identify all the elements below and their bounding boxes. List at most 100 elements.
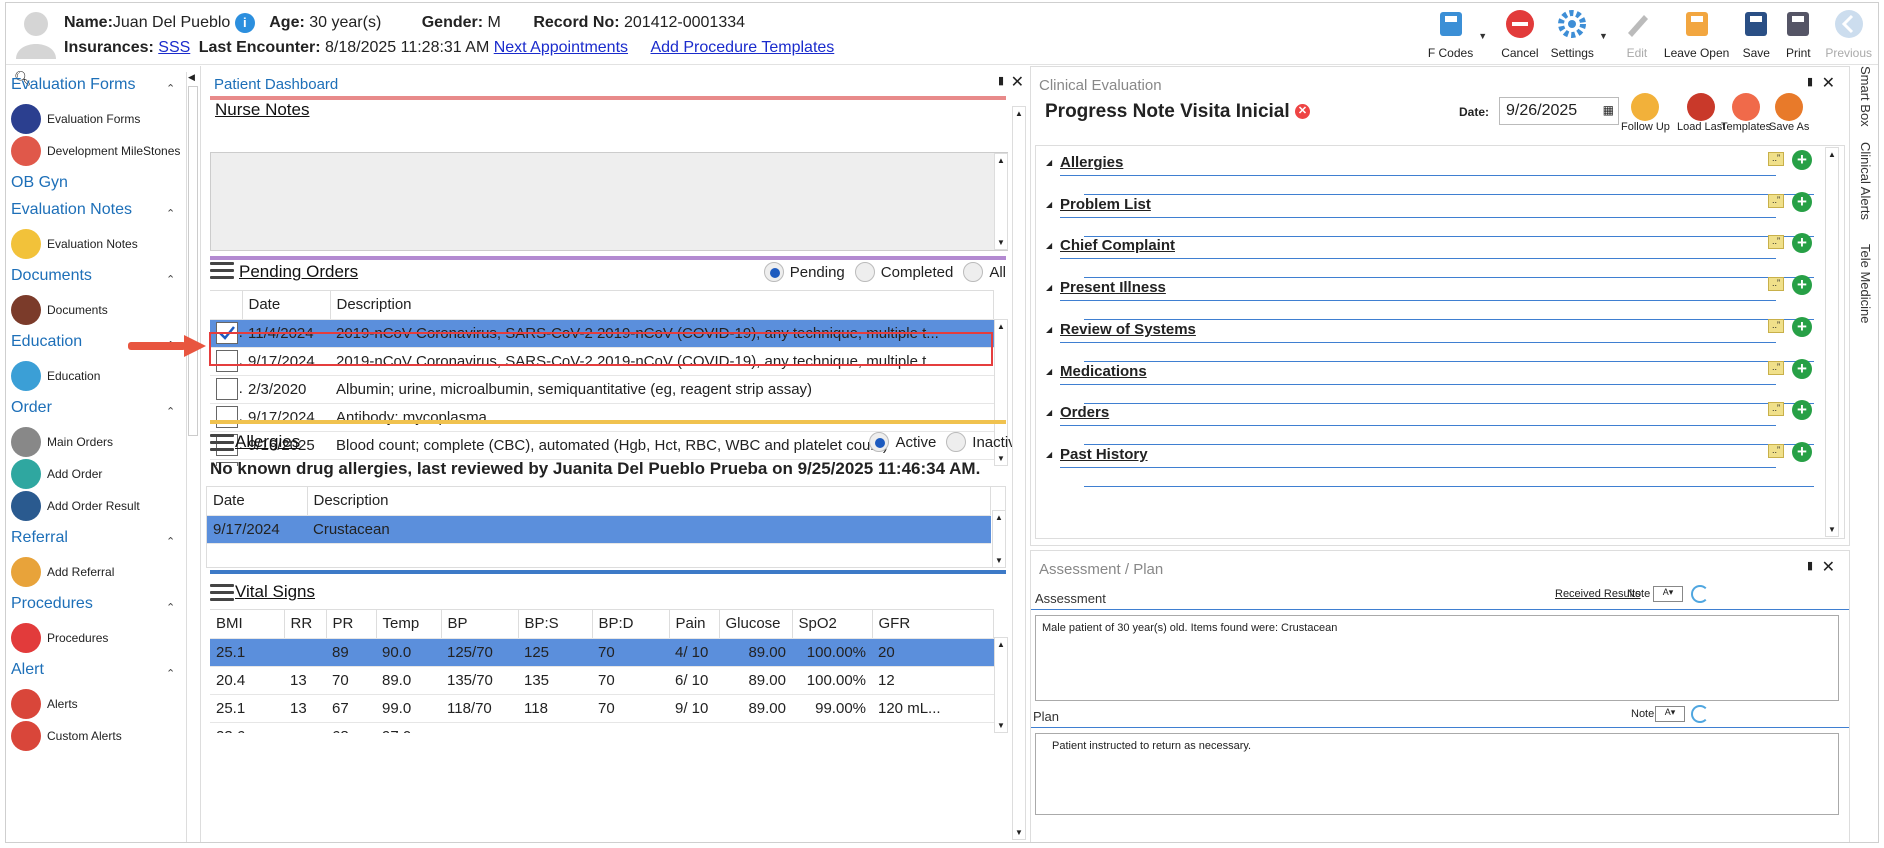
radio-circle[interactable] — [963, 262, 984, 282]
radio-completed[interactable]: Completed — [854, 262, 953, 282]
sidebar-section-education[interactable]: Education⌃ — [11, 333, 175, 352]
toolbar-save-button[interactable]: Save — [1735, 7, 1777, 60]
column-header-rr[interactable]: RR — [284, 610, 327, 639]
remove-note-icon[interactable]: ✕ — [1294, 104, 1310, 120]
quote-icon[interactable]: ..” — [1768, 318, 1784, 333]
chevron-up-icon[interactable]: ⌃ — [166, 667, 175, 680]
sidebar-item-evaluation-notes[interactable]: Evaluation Notes — [11, 229, 138, 259]
follow-up-button[interactable]: Follow Up — [1621, 93, 1670, 133]
note-format-dropdown[interactable]: A▾ — [1653, 586, 1683, 602]
menu-icon[interactable] — [210, 434, 234, 452]
section-title[interactable]: Present Illness — [1060, 279, 1166, 296]
radio-circle[interactable] — [763, 262, 784, 282]
sidebar-section-order[interactable]: Order ⌃ — [11, 399, 175, 418]
expand-triangle-icon[interactable]: ◢ — [1046, 450, 1052, 459]
column-header-description[interactable]: Description — [330, 291, 994, 320]
nurse-notes-scrollbar[interactable]: ▲ ▼ — [994, 153, 1008, 250]
column-header-description[interactable]: Description — [307, 487, 991, 516]
sidebar-section-evaluation-forms[interactable]: Evaluation Forms ⌃ — [11, 76, 175, 95]
sidebar-item-add-referral[interactable]: Add Referral — [11, 557, 114, 587]
load-last-button[interactable]: Load Last — [1677, 93, 1725, 133]
column-header-bp[interactable]: BP — [441, 610, 519, 639]
table-row[interactable]: 2/3/2020 Albumin; urine, microalbumin, se… — [210, 375, 994, 404]
side-tab-smart-box[interactable]: Smart Box — [1858, 66, 1873, 127]
sidebar-section-procedures[interactable]: Procedures ⌃ — [11, 595, 175, 614]
add-icon[interactable]: + — [1792, 233, 1812, 254]
toolbar-cancel-button[interactable]: Cancel — [1495, 7, 1544, 60]
plan-textbox[interactable]: Patient instructed to return as necessar… — [1035, 733, 1839, 815]
side-tab-clinical-alerts[interactable]: Clinical Alerts — [1858, 142, 1873, 220]
insurance-link[interactable]: SSS — [158, 39, 190, 56]
radio-active[interactable]: Active — [869, 432, 936, 452]
table-row[interactable]: 25.1 13 67 99.0 118/70 118 70 9/ 10 89.00 99.00% 1… — [210, 694, 994, 723]
radio-circle[interactable] — [946, 432, 967, 452]
chevron-up-icon[interactable]: ⌃ — [166, 535, 175, 548]
sidebar-item-add-order-result[interactable]: Add Order Result — [11, 491, 140, 521]
add-procedure-templates-link[interactable]: Add Procedure Templates — [650, 39, 834, 56]
sidebar-section-ob-gyn[interactable]: OB Gyn — [11, 174, 68, 192]
sidebar-item-custom-alerts[interactable]: Custom Alerts — [11, 721, 122, 751]
close-icon[interactable]: ✕ — [1011, 72, 1024, 92]
quote-icon[interactable]: ..” — [1768, 152, 1784, 166]
add-icon[interactable]: + — [1792, 275, 1812, 296]
section-past-history[interactable]: ◢ Past History ..” + — [1044, 440, 1824, 490]
expand-triangle-icon[interactable]: ◢ — [1046, 241, 1052, 250]
menu-icon[interactable] — [210, 262, 234, 280]
add-icon[interactable]: + — [1792, 358, 1812, 379]
vitals-scrollbar[interactable]: ▲ ▼ — [994, 637, 1008, 733]
column-header-spo2[interactable]: SpO2 — [792, 610, 873, 639]
chevron-up-icon[interactable]: ⌃ — [166, 405, 175, 418]
column-header-pr[interactable]: PR — [326, 610, 377, 639]
checkbox-cell[interactable] — [210, 403, 242, 432]
chevron-up-icon[interactable]: ⌃ — [166, 82, 175, 95]
quote-icon[interactable]: ..” — [1768, 360, 1784, 375]
table-row[interactable]: 9/17/2024 Crustacean — [207, 515, 991, 544]
expand-triangle-icon[interactable]: ◢ — [1046, 325, 1052, 334]
chevron-down-icon[interactable]: ▼ — [1599, 31, 1608, 41]
section-title[interactable]: Orders — [1060, 404, 1109, 421]
checkbox-cell[interactable] — [210, 375, 242, 404]
menu-icon[interactable] — [210, 584, 234, 602]
radio-pending[interactable]: Pending — [763, 262, 845, 282]
sidebar-item-documents[interactable]: Documents — [11, 295, 108, 325]
sidebar-section-evaluation-notes[interactable]: Evaluation Notes ⌃ — [11, 201, 175, 220]
toolbar-settings-button[interactable]: Settings ▼ — [1545, 7, 1608, 60]
sidebar-item-alerts[interactable]: Alerts — [11, 689, 78, 719]
section-title[interactable]: Review of Systems — [1060, 321, 1196, 338]
calendar-icon[interactable]: ▦ — [1603, 103, 1614, 117]
expand-triangle-icon[interactable]: ◢ — [1046, 283, 1052, 292]
column-header-date[interactable]: Date — [242, 291, 331, 320]
quote-icon[interactable]: ..” — [1768, 235, 1784, 250]
chevron-down-icon[interactable]: ▼ — [1478, 31, 1487, 41]
column-header-temp[interactable]: Temp — [376, 610, 442, 639]
pin-icon[interactable]: ▮ — [998, 74, 1004, 87]
add-icon[interactable]: + — [1792, 191, 1812, 212]
sidebar-item-development-milestones[interactable]: Development MileStones — [11, 136, 180, 166]
radio-circle[interactable] — [869, 432, 890, 452]
sidebar-item-evaluation-forms[interactable]: Evaluation Forms — [11, 104, 140, 134]
column-header-bmi[interactable]: BMI — [210, 610, 285, 639]
section-title[interactable]: Chief Complaint — [1060, 237, 1175, 254]
next-appointments-link[interactable]: Next Appointments — [494, 39, 628, 56]
allergies-scrollbar[interactable]: ▲ ▼ — [992, 510, 1006, 568]
sidebar-item-education[interactable]: Education — [11, 361, 100, 391]
assessment-textbox[interactable]: Male patient of 30 year(s) old. Items fo… — [1035, 615, 1839, 701]
add-icon[interactable]: + — [1792, 400, 1812, 421]
expand-triangle-icon[interactable]: ◢ — [1046, 200, 1052, 209]
radio-circle[interactable] — [854, 262, 875, 282]
column-header-glucose[interactable]: Glucose — [719, 610, 793, 639]
toolbar-leave-open-button[interactable]: Leave Open — [1658, 7, 1735, 60]
templates-button[interactable]: Templates — [1721, 93, 1771, 133]
table-row[interactable]: 25.1 89 90.0 125/70 125 70 4/ 10 89.00 100.00% 20 — [210, 638, 994, 667]
close-icon[interactable]: ✕ — [1822, 557, 1835, 577]
side-tab-tele-medicine[interactable]: Tele Medicine — [1858, 244, 1873, 324]
add-icon[interactable]: + — [1792, 316, 1812, 337]
column-header-bpd[interactable]: BP:D — [592, 610, 670, 639]
column-header-date[interactable]: Date — [207, 487, 308, 516]
chevron-up-icon[interactable]: ⌃ — [166, 601, 175, 614]
table-row[interactable]: 23.6 6897.0 — [210, 722, 994, 733]
quote-icon[interactable]: ..” — [1768, 402, 1784, 417]
sidebar-section-alert[interactable]: Alert ⌃ — [11, 661, 175, 680]
section-title[interactable]: Past History — [1060, 446, 1148, 463]
quote-icon[interactable]: ..” — [1768, 443, 1784, 458]
